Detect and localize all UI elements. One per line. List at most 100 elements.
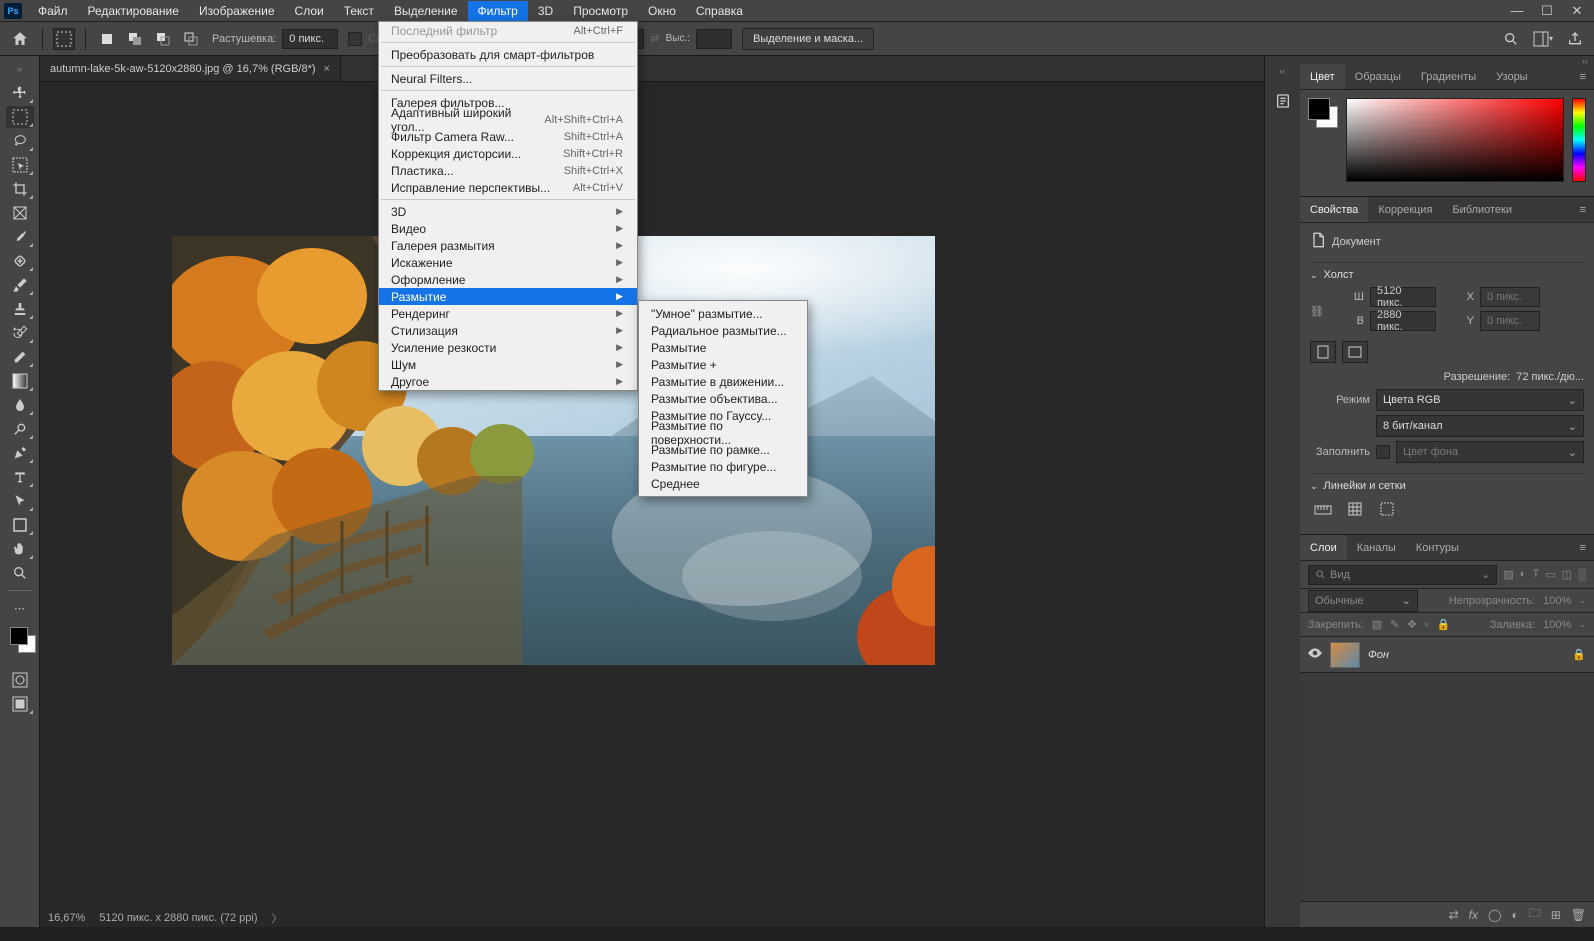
filter-menu-item[interactable]: Стилизация▶ — [379, 322, 637, 339]
filter-menu-item[interactable]: Пластика...Shift+Ctrl+X — [379, 162, 637, 179]
blur-submenu-item[interactable]: Размытие по поверхности... — [639, 424, 807, 441]
tab-patterns[interactable]: Узоры — [1486, 64, 1537, 89]
heal-tool[interactable] — [6, 250, 34, 272]
add-selection-icon[interactable] — [124, 28, 146, 50]
filter-menu-item[interactable]: Neural Filters... — [379, 70, 637, 87]
filter-menu-item[interactable]: Другое▶ — [379, 373, 637, 390]
link-dims-icon[interactable]: ⛓ — [1310, 305, 1324, 318]
link-layers-icon[interactable]: ⇄ — [1449, 908, 1459, 922]
mask-icon[interactable]: ◯ — [1488, 908, 1501, 922]
marquee-tool-indicator[interactable] — [53, 28, 75, 50]
history-brush-tool[interactable] — [6, 322, 34, 344]
stamp-tool[interactable] — [6, 298, 34, 320]
filter-menu-item[interactable]: Усиление резкости▶ — [379, 339, 637, 356]
new-selection-icon[interactable] — [96, 28, 118, 50]
type-tool[interactable] — [6, 466, 34, 488]
menu-view[interactable]: Просмотр — [563, 1, 638, 21]
bit-depth-select[interactable]: 8 бит/канал — [1376, 415, 1584, 437]
status-chevron-icon[interactable]: 〉 — [272, 910, 283, 926]
home-button[interactable] — [8, 27, 32, 51]
blur-submenu-item[interactable]: Среднее — [639, 475, 807, 492]
visibility-icon[interactable] — [1308, 648, 1322, 661]
blur-submenu-item[interactable]: "Умное" размытие... — [639, 305, 807, 322]
menu-3d[interactable]: 3D — [528, 1, 563, 21]
minimize-icon[interactable]: — — [1510, 4, 1524, 18]
fill-color-select[interactable]: Цвет фона — [1396, 441, 1584, 463]
workspace-icon[interactable]: ▾ — [1532, 28, 1554, 50]
feather-input[interactable] — [282, 29, 338, 49]
intersect-selection-icon[interactable] — [180, 28, 202, 50]
blur-submenu-item[interactable]: Размытие по фигуре... — [639, 458, 807, 475]
subtract-selection-icon[interactable] — [152, 28, 174, 50]
eraser-tool[interactable] — [6, 346, 34, 368]
brush-tool[interactable] — [6, 274, 34, 296]
marquee-tool[interactable] — [6, 106, 34, 128]
search-icon[interactable] — [1500, 28, 1522, 50]
hand-tool[interactable] — [6, 538, 34, 560]
filter-menu-item[interactable]: Рендеринг▶ — [379, 305, 637, 322]
blur-tool[interactable] — [6, 394, 34, 416]
move-tool[interactable] — [6, 82, 34, 104]
fx-icon[interactable]: fx — [1469, 908, 1478, 922]
frame-tool[interactable] — [6, 202, 34, 224]
filter-menu-item[interactable]: Видео▶ — [379, 220, 637, 237]
path-select-tool[interactable] — [6, 490, 34, 512]
shape-tool[interactable] — [6, 514, 34, 536]
panel-menu-icon[interactable]: ≡ — [1572, 204, 1594, 216]
color-fgbg-swatches[interactable] — [1308, 98, 1338, 128]
blend-mode-select[interactable]: Обычные — [1308, 590, 1418, 612]
filter-menu-item[interactable]: Преобразовать для смарт-фильтров — [379, 46, 637, 63]
filter-smart-icon[interactable]: ◫ — [1562, 568, 1572, 581]
portrait-icon[interactable] — [1310, 341, 1336, 363]
guides-icon[interactable] — [1374, 498, 1400, 520]
collapse-icon[interactable]: ‹‹ — [1280, 66, 1286, 76]
menu-file[interactable]: Файл — [28, 1, 78, 21]
zoom-tool[interactable] — [6, 562, 34, 584]
layer-row[interactable]: Фон 🔒 — [1300, 637, 1594, 673]
lock-position-icon[interactable]: ✥ — [1407, 618, 1416, 631]
pen-tool[interactable] — [6, 442, 34, 464]
tab-adjustments[interactable]: Коррекция — [1368, 197, 1442, 222]
lock-artboard-icon[interactable]: ▫ — [1425, 619, 1429, 631]
adjustment-icon[interactable]: ◐ — [1511, 908, 1518, 922]
lock-pixels-icon[interactable]: ▧ — [1372, 618, 1382, 631]
blur-submenu-item[interactable]: Размытие в движении... — [639, 373, 807, 390]
swap-dims-icon[interactable]: ⇄ — [650, 32, 659, 45]
close-tab-icon[interactable]: × — [324, 63, 330, 75]
menu-window[interactable]: Окно — [638, 1, 686, 21]
height-value[interactable]: 2880 пикс. — [1370, 311, 1436, 331]
lock-paint-icon[interactable]: ✎ — [1390, 618, 1399, 631]
menu-image[interactable]: Изображение — [189, 1, 285, 21]
width-value[interactable]: 5120 пикс. — [1370, 287, 1436, 307]
menu-edit[interactable]: Редактирование — [78, 1, 189, 21]
blur-submenu-item[interactable]: Размытие + — [639, 356, 807, 373]
document-tab[interactable]: autumn-lake-5k-aw-5120x2880.jpg @ 16,7% … — [40, 56, 341, 81]
filter-menu-item[interactable]: Размытие▶ — [379, 288, 637, 305]
layer-lock-icon[interactable]: 🔒 — [1572, 648, 1586, 661]
menu-layers[interactable]: Слои — [285, 1, 334, 21]
maximize-icon[interactable]: ☐ — [1540, 4, 1554, 18]
screen-mode-icon[interactable] — [6, 693, 34, 715]
filter-shape-icon[interactable]: ▭ — [1545, 568, 1555, 581]
close-icon[interactable]: ✕ — [1570, 4, 1584, 18]
dodge-tool[interactable] — [6, 418, 34, 440]
hue-slider[interactable] — [1572, 98, 1586, 182]
menu-text[interactable]: Текст — [334, 1, 384, 21]
grid-icon[interactable] — [1342, 498, 1368, 520]
tab-paths[interactable]: Контуры — [1406, 535, 1469, 560]
panel-collapse-icon[interactable]: ‹‹ — [1300, 56, 1594, 64]
rulers-section-header[interactable]: ⌄Линейки и сетки — [1310, 480, 1584, 492]
blur-submenu-item[interactable]: Размытие — [639, 339, 807, 356]
filter-menu-item[interactable]: Коррекция дисторсии...Shift+Ctrl+R — [379, 145, 637, 162]
panel-menu-icon[interactable]: ≡ — [1572, 71, 1594, 83]
filter-menu-item[interactable]: Шум▶ — [379, 356, 637, 373]
filter-menu-item[interactable]: Галерея размытия▶ — [379, 237, 637, 254]
filter-menu-item[interactable]: Искажение▶ — [379, 254, 637, 271]
gradient-tool[interactable] — [6, 370, 34, 392]
fill-checkbox[interactable] — [1376, 445, 1390, 459]
filter-toggle[interactable] — [1578, 568, 1586, 582]
select-and-mask-button[interactable]: Выделение и маска... — [742, 28, 874, 50]
filter-type-icon[interactable]: T — [1532, 568, 1539, 581]
opacity-value[interactable]: 100% — [1543, 595, 1571, 607]
menu-filter[interactable]: Фильтр — [468, 1, 528, 21]
